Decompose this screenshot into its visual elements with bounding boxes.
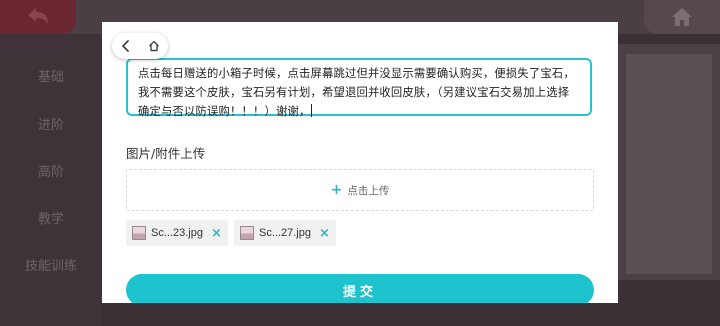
background-home-button [644, 0, 720, 34]
upload-button-label: 点击上传 [347, 184, 390, 197]
plus-icon: + [330, 182, 343, 198]
chevron-left-icon [122, 40, 129, 52]
attachment-item: Sc...23.jpg × [126, 220, 228, 246]
home-icon-background [672, 8, 692, 26]
image-thumbnail-icon [132, 226, 146, 240]
nav-home-button[interactable] [143, 35, 165, 57]
remove-attachment-icon[interactable]: × [319, 226, 330, 241]
background-sidebar-item: 进阶 [37, 118, 64, 133]
background-sidebar: 基础 进阶 高阶 教学 技能训练 [0, 34, 102, 326]
text-cursor [311, 104, 313, 117]
attachment-filename: Sc...23.jpg [151, 227, 203, 239]
background-back-button [0, 0, 76, 34]
attachment-item: Sc...27.jpg × [234, 220, 336, 246]
remove-attachment-icon[interactable]: × [211, 226, 222, 241]
background-sidebar-item: 基础 [37, 70, 64, 85]
upload-button[interactable]: + 点击上传 [126, 169, 594, 211]
image-thumbnail-icon [240, 226, 254, 240]
background-sidebar-item: 高阶 [37, 165, 64, 180]
background-sidebar-item: 教学 [37, 212, 64, 227]
home-icon [149, 40, 159, 52]
back-arrow-icon [28, 8, 48, 24]
attachment-filename: Sc...27.jpg [259, 227, 311, 239]
background-right-panel-inner [626, 54, 712, 274]
submit-button[interactable]: 提交 [126, 274, 594, 303]
background-sidebar-item: 技能训练 [24, 259, 77, 274]
upload-section-label: 图片/附件上传 [126, 146, 206, 161]
description-text: 点击每日赠送的小箱子时候，点击屏幕跳过但并没显示需要确认购买，便损失了宝石，我不… [138, 67, 575, 118]
nav-back-button[interactable] [115, 35, 137, 57]
browser-nav-pill [112, 33, 168, 59]
description-textarea[interactable]: 点击每日赠送的小箱子时候，点击屏幕跳过但并没显示需要确认购买，便损失了宝石，我不… [126, 58, 592, 118]
feedback-modal: 点击每日赠送的小箱子时候，点击屏幕跳过但并没显示需要确认购买，便损失了宝石，我不… [102, 22, 618, 303]
